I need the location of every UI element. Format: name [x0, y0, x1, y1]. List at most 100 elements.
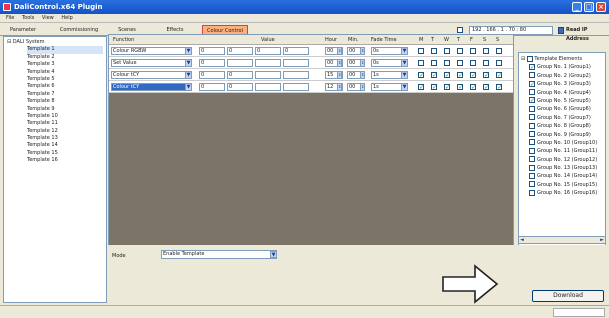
- day-checkbox[interactable]: [457, 60, 463, 66]
- tree-item[interactable]: Template 7: [27, 91, 103, 98]
- group-item[interactable]: Group No. 15 (Group15): [529, 181, 603, 189]
- read-ip-button[interactable]: Read IP Address: [566, 26, 609, 44]
- mode-dropdown-icon[interactable]: ▼: [270, 251, 277, 258]
- day-checkbox[interactable]: [418, 60, 424, 66]
- group-item[interactable]: Group No. 6 (Group6): [529, 105, 603, 113]
- hour-spin-icon[interactable]: ⇕: [337, 59, 342, 67]
- group-checkbox[interactable]: [529, 156, 535, 163]
- group-checkbox[interactable]: [529, 89, 535, 96]
- day-checkbox[interactable]: ✓: [483, 72, 489, 78]
- group-checkbox[interactable]: [529, 105, 535, 112]
- tree-item[interactable]: Template 9: [27, 106, 103, 113]
- tree-item[interactable]: Template 1: [27, 46, 103, 54]
- fade-dropdown-icon[interactable]: ▼: [401, 83, 408, 91]
- group-item[interactable]: Group No. 2 (Group2): [529, 72, 603, 80]
- group-item[interactable]: Group No. 11 (Group11): [529, 147, 603, 155]
- value-field-3[interactable]: [255, 83, 281, 91]
- day-checkbox[interactable]: ✓: [418, 84, 424, 90]
- value-field-1[interactable]: 0: [199, 47, 225, 55]
- group-item[interactable]: Group No. 7 (Group7): [529, 114, 603, 122]
- day-checkbox[interactable]: ✓: [444, 84, 450, 90]
- group-item[interactable]: Group No. 16 (Group16): [529, 189, 603, 197]
- function-select[interactable]: Colour tCY: [111, 71, 191, 79]
- day-checkbox[interactable]: [483, 60, 489, 66]
- mode-select[interactable]: Enable Template: [161, 250, 277, 259]
- day-checkbox[interactable]: ✓: [470, 72, 476, 78]
- maximize-button[interactable]: □: [584, 2, 594, 12]
- value-field-3[interactable]: [255, 71, 281, 79]
- value-field-4[interactable]: [283, 71, 309, 79]
- tree-item[interactable]: Template 8: [27, 98, 103, 105]
- value-field-2[interactable]: 0: [227, 71, 253, 79]
- day-checkbox[interactable]: ✓: [483, 84, 489, 90]
- tree-item[interactable]: Template 5: [27, 76, 103, 83]
- value-field-1[interactable]: 0: [199, 59, 225, 67]
- tree-item[interactable]: Template 10: [27, 113, 103, 120]
- min-spin-icon[interactable]: ⇕: [360, 83, 365, 91]
- close-button[interactable]: ×: [596, 2, 606, 12]
- tree-item[interactable]: Template 14: [27, 142, 103, 149]
- scroll-right-icon[interactable]: ►: [600, 237, 604, 243]
- function-select[interactable]: Set Value: [111, 59, 191, 67]
- day-checkbox[interactable]: ✓: [431, 84, 437, 90]
- day-checkbox[interactable]: [444, 48, 450, 54]
- group-checkbox[interactable]: [529, 114, 535, 121]
- minimize-button[interactable]: _: [572, 2, 582, 12]
- day-checkbox[interactable]: ✓: [457, 72, 463, 78]
- tree-item[interactable]: Template 16: [27, 157, 103, 164]
- scroll-left-icon[interactable]: ◄: [520, 237, 524, 243]
- group-item[interactable]: ✓ Group No. 1 (Group1): [529, 63, 603, 71]
- tree-item[interactable]: Template 2: [27, 54, 103, 61]
- group-item[interactable]: Group No. 4 (Group4): [529, 89, 603, 97]
- day-checkbox[interactable]: [470, 60, 476, 66]
- day-checkbox[interactable]: [431, 60, 437, 66]
- min-spin-icon[interactable]: ⇕: [360, 59, 365, 67]
- value-field-4[interactable]: [283, 59, 309, 67]
- function-dropdown-icon[interactable]: ▼: [185, 71, 192, 79]
- hour-spin-icon[interactable]: ⇕: [337, 83, 342, 91]
- fade-dropdown-icon[interactable]: ▼: [401, 71, 408, 79]
- min-spin-icon[interactable]: ⇕: [360, 71, 365, 79]
- day-checkbox[interactable]: [470, 48, 476, 54]
- value-field-2[interactable]: [227, 59, 253, 67]
- hour-spin-icon[interactable]: ⇕: [337, 47, 342, 55]
- day-checkbox[interactable]: [418, 48, 424, 54]
- value-field-3[interactable]: 0: [255, 47, 281, 55]
- tree-item[interactable]: Template 4: [27, 69, 103, 76]
- group-checkbox[interactable]: ✓: [529, 80, 535, 87]
- group-item[interactable]: Group No. 12 (Group12): [529, 156, 603, 164]
- group-item[interactable]: Group No. 8 (Group8): [529, 122, 603, 130]
- function-select[interactable]: Colour tCY: [111, 83, 191, 91]
- value-field-1[interactable]: 0: [199, 71, 225, 79]
- tree-item[interactable]: Template 12: [27, 128, 103, 135]
- tree-item[interactable]: Template 11: [27, 120, 103, 127]
- group-checkbox[interactable]: [529, 147, 535, 154]
- function-dropdown-icon[interactable]: ▼: [185, 47, 192, 55]
- fade-dropdown-icon[interactable]: ▼: [401, 47, 408, 55]
- day-checkbox[interactable]: [496, 48, 502, 54]
- menu-tools[interactable]: Tools: [22, 15, 34, 21]
- group-checkbox[interactable]: [529, 181, 535, 188]
- tree-item[interactable]: Template 6: [27, 83, 103, 90]
- ip-checkbox[interactable]: [457, 27, 463, 33]
- group-scrollbar[interactable]: ◄ ►: [518, 236, 606, 244]
- menu-file[interactable]: File: [6, 15, 14, 21]
- group-checkbox[interactable]: [529, 172, 535, 179]
- day-checkbox[interactable]: ✓: [444, 72, 450, 78]
- tab-parameter[interactable]: Parameter: [3, 25, 43, 36]
- day-checkbox[interactable]: ✓: [457, 84, 463, 90]
- function-select[interactable]: Colour RGBW: [111, 47, 191, 55]
- group-item[interactable]: Group No. 14 (Group14): [529, 172, 603, 180]
- group-item[interactable]: Group No. 9 (Group9): [529, 131, 603, 139]
- group-checkbox[interactable]: [529, 72, 535, 79]
- hour-spin-icon[interactable]: ⇕: [337, 71, 342, 79]
- group-checkbox[interactable]: [529, 122, 535, 129]
- menu-help[interactable]: Help: [61, 15, 72, 21]
- value-field-2[interactable]: 0: [227, 83, 253, 91]
- group-item[interactable]: Group No. 10 (Group10): [529, 139, 603, 147]
- group-item[interactable]: ✓ Group No. 3 (Group3): [529, 80, 603, 88]
- function-dropdown-icon[interactable]: ▼: [185, 83, 192, 91]
- day-checkbox[interactable]: ✓: [431, 72, 437, 78]
- fade-dropdown-icon[interactable]: ▼: [401, 59, 408, 67]
- group-root[interactable]: ⊟ Template Elements: [521, 55, 603, 63]
